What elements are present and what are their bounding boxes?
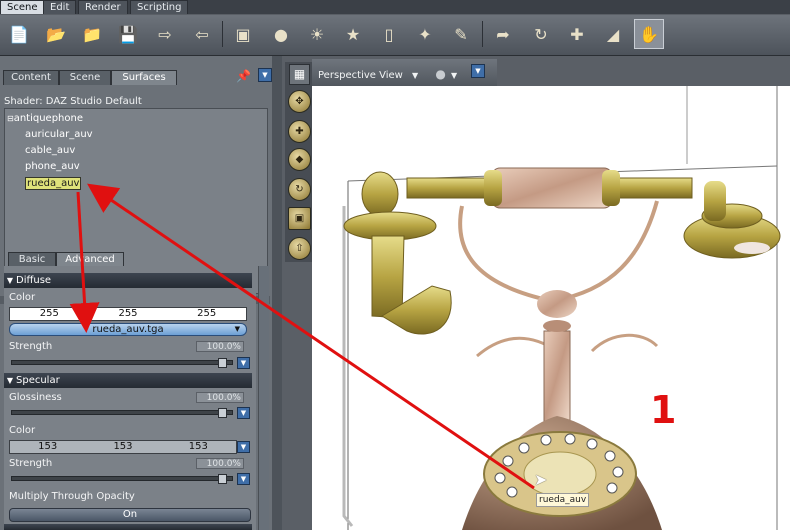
annotation-arrows	[69, 183, 535, 490]
annotation-number: 1	[650, 388, 677, 432]
surface-tooltip: rueda_auv	[536, 493, 590, 507]
mouse-cursor-icon: ➤	[534, 470, 548, 489]
